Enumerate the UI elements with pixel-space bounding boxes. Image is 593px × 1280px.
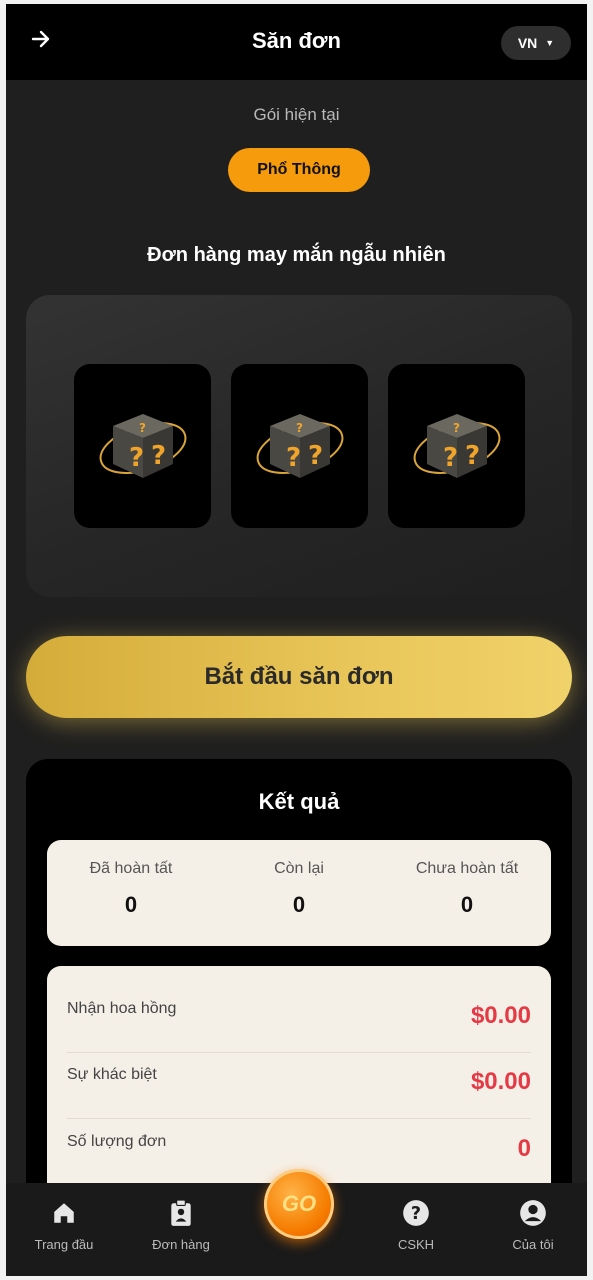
caret-down-icon: ▼ [545, 38, 555, 48]
mystery-box-icon: ? ? ? [256, 414, 343, 478]
package-label: Gói hiện tại [253, 105, 340, 124]
mystery-box-icon: ? ? ? [413, 414, 500, 478]
user-icon [520, 1200, 546, 1226]
row-difference: Sự khác biệt $0.00 [67, 1032, 531, 1098]
row-order-count: Số lượng đơn 0 [67, 1099, 531, 1165]
nav-item-orders[interactable]: Đơn hàng [131, 1195, 231, 1252]
row-commission: Nhận hoa hồng $0.00 [67, 966, 531, 1032]
orders-icon [171, 1199, 191, 1226]
stat-value: 0 [124, 892, 138, 917]
language-selector[interactable]: VN ▼ [501, 26, 571, 60]
stat-incomplete: Chưa hoàn tất 0 [383, 860, 551, 918]
row-label: Số lượng đơn [67, 1133, 167, 1150]
home-icon [54, 1203, 74, 1223]
package-badge: Phổ Thông [228, 148, 370, 192]
row-value: $0.00 [470, 1002, 531, 1029]
svg-text:?: ? [308, 441, 323, 471]
svg-text:?: ? [443, 443, 458, 473]
bottom-nav: Trang đầu Đơn hàng GO ? CSKH Của tôi [6, 1169, 587, 1276]
nav-label: Đơn hàng [152, 1237, 210, 1252]
stat-remaining: Còn lại 0 [215, 860, 383, 918]
stat-label: Còn lại [274, 860, 324, 877]
nav-label: Của tôi [512, 1237, 554, 1252]
stat-label: Chưa hoàn tất [415, 860, 519, 877]
results-title: Kết quả [258, 789, 340, 814]
mystery-box-card: ? ? ? [388, 364, 525, 528]
nav-item-profile[interactable]: Của tôi [483, 1195, 583, 1252]
page-title: Săn đơn [252, 28, 341, 53]
nav-item-home[interactable]: Trang đầu [14, 1195, 114, 1252]
mystery-box-panel: ? ? ? ? ? ? ? ? ? [26, 295, 572, 597]
stat-completed: Đã hoàn tất 0 [47, 860, 215, 918]
svg-text:?: ? [286, 443, 301, 473]
svg-text:?: ? [465, 441, 480, 471]
app-frame: Săn đơn VN ▼ Gói hiện tại Phổ Thông Đơn … [6, 4, 587, 1276]
mystery-box-card: ? ? ? [231, 364, 368, 528]
lucky-orders-title: Đơn hàng may mắn ngẫu nhiên [147, 244, 446, 266]
nav-item-support[interactable]: ? CSKH [366, 1195, 466, 1252]
stat-label: Đã hoàn tất [89, 860, 173, 877]
go-button[interactable]: GO [264, 1169, 334, 1239]
stat-value: 0 [292, 892, 306, 917]
row-label: Nhận hoa hồng [67, 1000, 177, 1017]
stats-card: Đã hoàn tất 0 Còn lại 0 Chưa hoàn tất 0 [47, 840, 551, 946]
svg-text:?: ? [411, 1204, 421, 1224]
svg-text:?: ? [296, 421, 303, 435]
nav-label: CSKH [397, 1237, 435, 1252]
top-bar: Săn đơn VN ▼ [6, 4, 587, 80]
stat-value: 0 [460, 892, 474, 917]
svg-text:?: ? [129, 443, 144, 473]
mystery-box-icon: ? ? ? [99, 414, 186, 478]
mystery-box-card: ? ? ? [74, 364, 211, 528]
svg-text:?: ? [139, 421, 146, 435]
row-label: Sự khác biệt [67, 1066, 157, 1083]
svg-text:?: ? [151, 441, 166, 471]
language-code: VN [517, 35, 538, 51]
svg-text:?: ? [453, 421, 460, 435]
start-hunting-button[interactable]: Bắt đầu săn đơn [26, 636, 572, 718]
row-value: $0.00 [470, 1068, 531, 1095]
row-value: 0 [517, 1135, 531, 1162]
nav-label: Trang đầu [34, 1237, 94, 1252]
help-icon: ? [403, 1200, 429, 1226]
